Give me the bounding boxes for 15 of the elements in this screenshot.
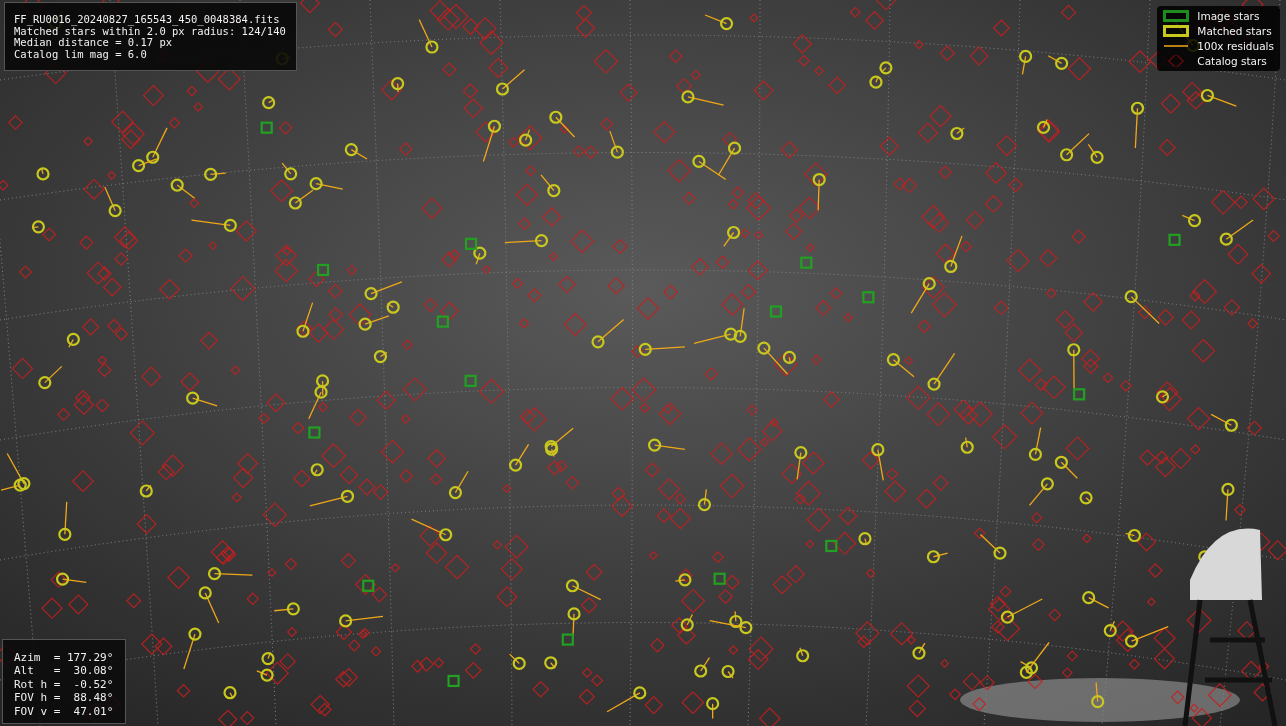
rect-outline-icon (1163, 25, 1190, 37)
legend-label: Matched stars (1197, 25, 1272, 37)
pointing-text: Azim = 177.29° (14, 651, 114, 663)
pointing-text: Alt = 30.08° (14, 665, 114, 677)
pointing-text: FOV v = 47.01° (14, 705, 114, 717)
info-text: FF_RU0016_20240827_165543_450_0048384.fits (14, 14, 281, 26)
pointing-text: FOV h = 88.48° (14, 692, 114, 704)
info-text: Matched stars within 2.0 px radius: 124/140 (14, 25, 286, 37)
info-text: Catalog lim mag = 6.0 (14, 48, 148, 60)
legend-label: Catalog stars (1197, 55, 1267, 67)
legend-label: Image stars (1197, 10, 1260, 22)
legend-label: 100x residuals (1197, 40, 1274, 52)
rect-outline-icon (1163, 10, 1190, 22)
info-text: Median distance = 0.17 px (14, 37, 173, 49)
pointing-text: Rot h = -0.52° (14, 678, 114, 690)
